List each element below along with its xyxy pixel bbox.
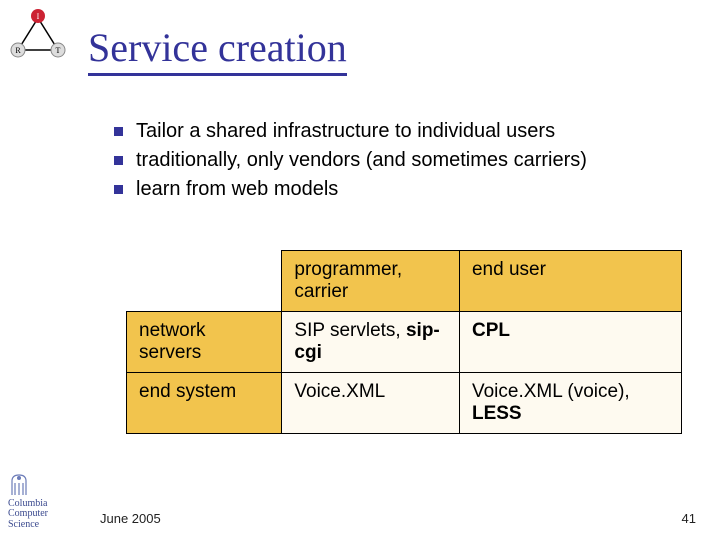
slide-title: Service creation <box>88 24 347 76</box>
page-number: 41 <box>682 511 696 526</box>
table-cell: CPL <box>459 312 681 373</box>
table-cell: Voice.XML <box>282 373 460 434</box>
cs-logo-text: Science <box>8 520 68 531</box>
svg-text:R: R <box>15 46 21 55</box>
comparison-table: programmer, carrier end user network ser… <box>126 250 682 434</box>
bullet-list: Tailor a shared infrastructure to indivi… <box>110 118 680 205</box>
bullet-item: learn from web models <box>110 176 680 203</box>
irt-triangle-logo: I R T <box>8 8 68 60</box>
table-col-header: end user <box>459 251 681 312</box>
svg-text:I: I <box>37 12 40 21</box>
table-cell: Voice.XML (voice), LESS <box>459 373 681 434</box>
cs-logo-text: Computer <box>8 509 68 520</box>
table-empty-corner <box>127 251 282 312</box>
table-row-header: end system <box>127 373 282 434</box>
bullet-item: traditionally, only vendors (and sometim… <box>110 147 680 174</box>
columbia-cs-logo: Columbia Computer Science <box>8 471 68 531</box>
table-cell: SIP servlets, sip-cgi <box>282 312 460 373</box>
svg-text:T: T <box>56 46 61 55</box>
table-col-header: programmer, carrier <box>282 251 460 312</box>
table-row-header: network servers <box>127 312 282 373</box>
bullet-item: Tailor a shared infrastructure to indivi… <box>110 118 680 145</box>
footer-date: June 2005 <box>100 511 161 526</box>
